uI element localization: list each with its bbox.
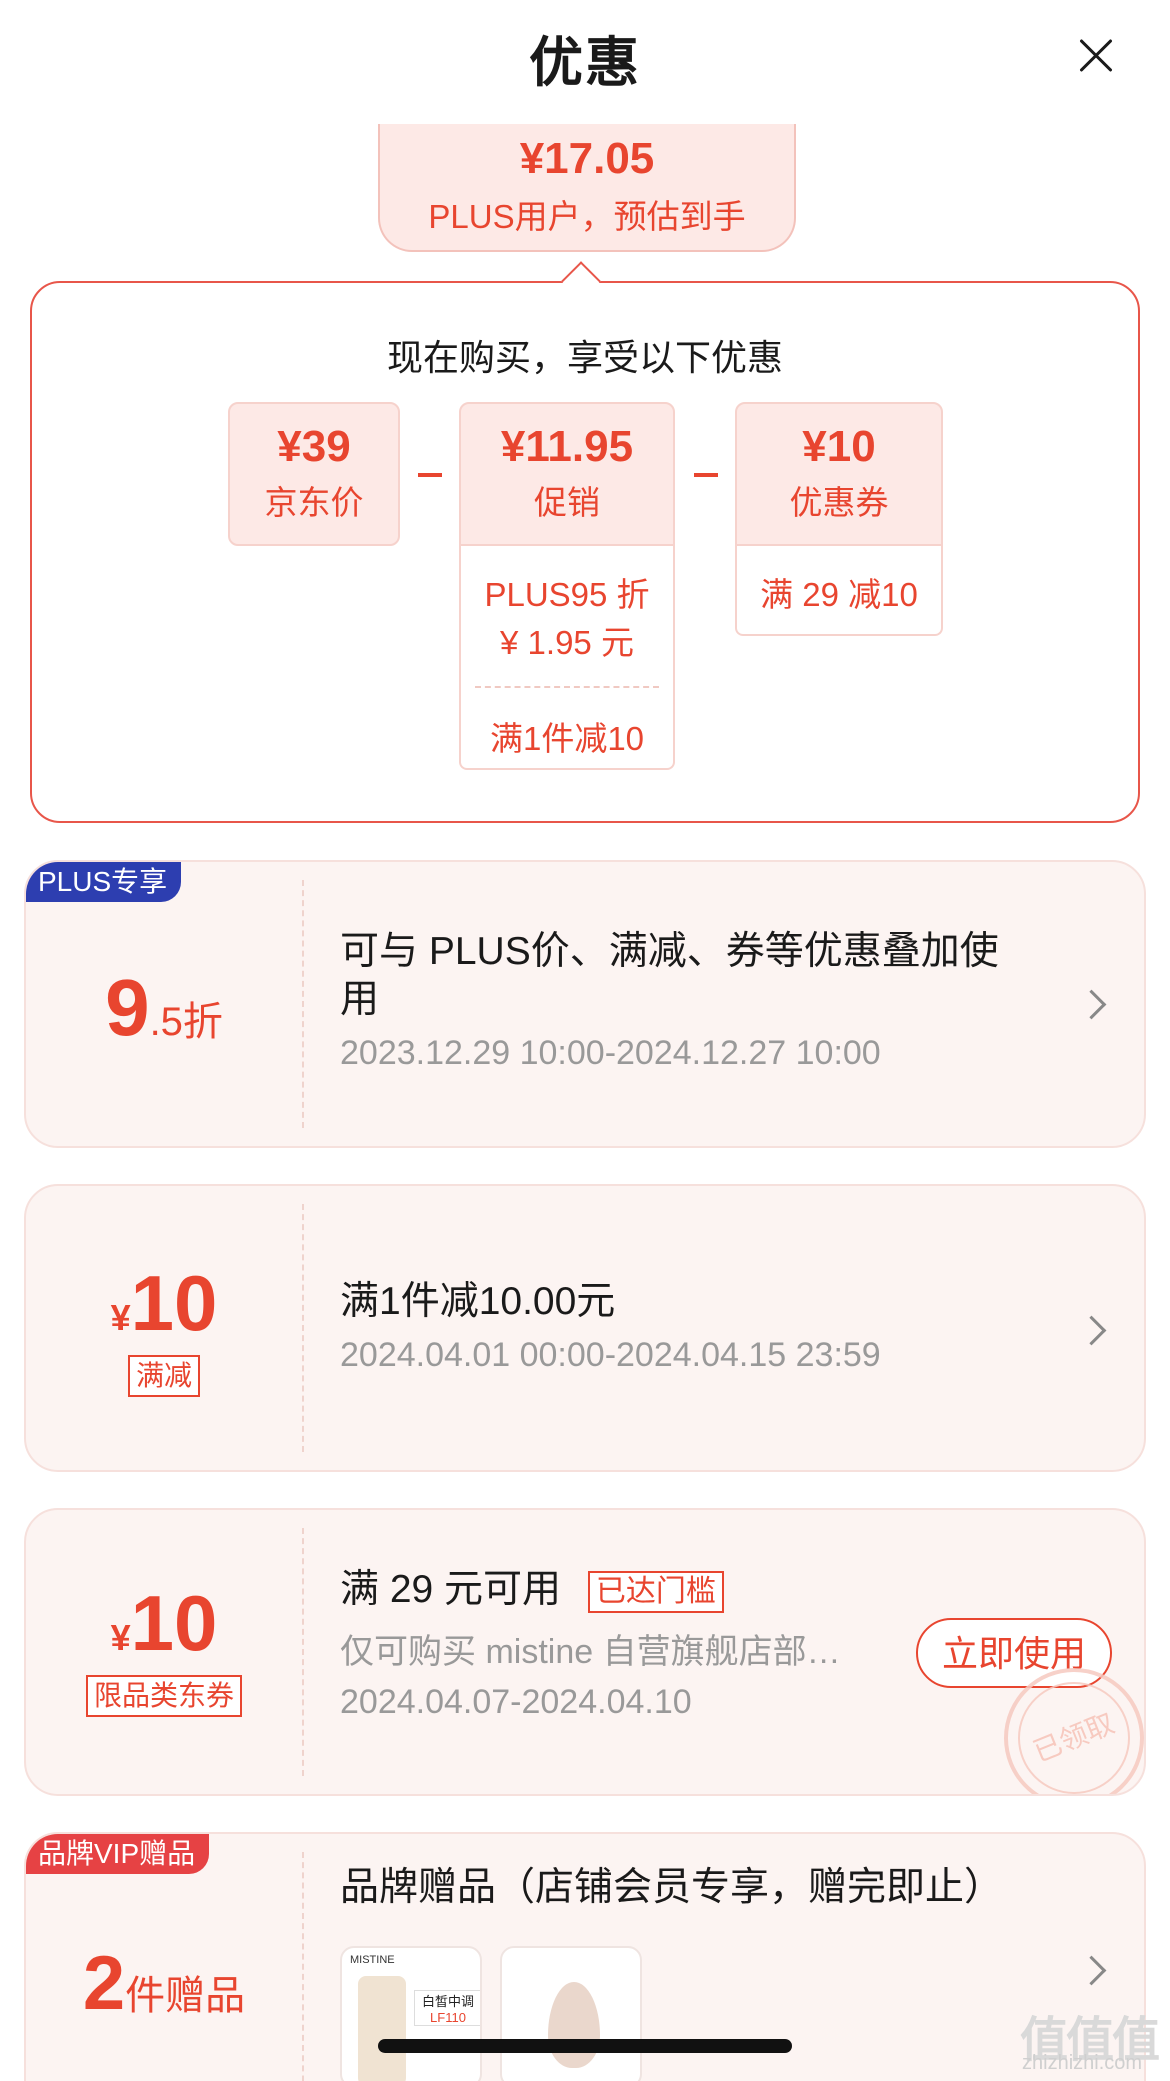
chevron-right-icon[interactable] xyxy=(1076,1315,1107,1346)
price-coupon: ¥10 优惠券 xyxy=(735,402,943,546)
coupon-desc: 品牌赠品（店铺会员专享，赠完即止） xyxy=(340,1866,1004,1909)
gift-label-box: 白皙中调 LF110 xyxy=(414,1990,480,2026)
coupon-info: 满1件减10.00元 2024.04.01 00:00-2024.04.15 2… xyxy=(340,1278,1024,1375)
promo-detail: 满1件减10 xyxy=(489,720,645,757)
promo-detail: ¥ 1.95 元 xyxy=(500,624,634,661)
coupon-scope: 仅可购买 mistine 自营旗舰店部… xyxy=(340,1633,841,1671)
coupon-desc: 满 29 元可用 xyxy=(340,1568,562,1611)
promo-detail: PLUS95 折 xyxy=(484,576,650,613)
coupon-sheet: 优惠 ¥17.05 PLUS用户，预估到手 现在购买，享受以下优惠 ¥39 京东… xyxy=(0,0,1170,2081)
minus-sign xyxy=(418,473,442,477)
promotion-details: PLUS95 折 ¥ 1.95 元 满1件减10 xyxy=(459,546,675,770)
close-icon[interactable] xyxy=(1078,38,1114,74)
coupon-info: 满 29 元可用 已达门槛 仅可购买 mistine 自营旗舰店部… 2024.… xyxy=(340,1566,884,1722)
price-amount: ¥39 xyxy=(277,422,351,471)
watermark-site: zhizhizhi.com xyxy=(1022,2052,1143,2074)
price-promotion: ¥11.95 促销 xyxy=(459,402,675,546)
value-main: 10 xyxy=(130,1579,218,1667)
card-divider xyxy=(302,1204,304,1452)
card-divider xyxy=(302,1852,304,2081)
card-divider xyxy=(302,1528,304,1776)
estimated-price: ¥17.05 xyxy=(519,134,655,183)
coupon-value: ¥10 限品类东券 xyxy=(26,1510,302,1794)
price-amount: ¥11.95 xyxy=(500,422,634,471)
summary-heading: 现在购买，享受以下优惠 xyxy=(386,337,783,378)
coupon-desc-row: 满 29 元可用 已达门槛 xyxy=(340,1566,884,1614)
coupon-details: 满 29 减10 xyxy=(735,546,943,636)
coupon-detail: 满 29 减10 xyxy=(760,576,918,613)
coupon-info: 可与 PLUS价、满减、券等优惠叠加使用 2023.12.29 10:00-20… xyxy=(340,928,1024,1073)
price-amount: ¥10 xyxy=(802,422,876,471)
divider xyxy=(475,686,659,688)
coupon-value: ¥10 满减 xyxy=(26,1186,302,1470)
price-label: 促销 xyxy=(534,484,600,521)
chevron-right-icon[interactable] xyxy=(1076,1955,1107,1986)
chevron-right-icon[interactable] xyxy=(1076,989,1107,1020)
sheet-title: 优惠 xyxy=(529,33,641,93)
tube-shape xyxy=(358,1976,406,2081)
coupon-value: 2件赠品 xyxy=(26,1834,302,2081)
coupon-card-fullcut[interactable]: ¥10 满减 满1件减10.00元 2024.04.01 00:00-2024.… xyxy=(24,1184,1146,1472)
gift-shade: 白皙中调 xyxy=(421,1994,474,2009)
gift-code: LF110 xyxy=(430,2010,466,2025)
currency: ¥ xyxy=(110,1617,131,1658)
threshold-badge: 已达门槛 xyxy=(587,1570,724,1613)
sponge-shape xyxy=(548,1982,600,2068)
price-label: 优惠券 xyxy=(789,484,889,521)
coupon-date: 2023.12.29 10:00-2024.12.27 10:00 xyxy=(340,1034,881,1072)
value-main: 2 xyxy=(82,1941,126,2026)
coupon-info: 品牌赠品（店铺会员专享，赠完即止） xyxy=(340,1864,1024,1912)
coupon-type-tag: 限品类东券 xyxy=(85,1675,242,1717)
price-jd: ¥39 京东价 xyxy=(228,402,400,546)
coupon-card-jd-coupon[interactable]: ¥10 限品类东券 满 29 元可用 已达门槛 仅可购买 mistine 自营旗… xyxy=(24,1508,1146,1796)
minus-sign xyxy=(694,473,718,477)
gift-image-sponge[interactable] xyxy=(500,1946,642,2081)
value-suffix: .5折 xyxy=(149,1000,223,1044)
coupon-type-tag: 满减 xyxy=(127,1355,200,1397)
home-indicator[interactable] xyxy=(378,2039,792,2053)
value-suffix: 件赠品 xyxy=(125,1974,246,2018)
coupon-date: 2024.04.07-2024.04.10 xyxy=(340,1683,692,1721)
coupon-desc: 满1件减10.00元 xyxy=(340,1280,616,1323)
value-main: 10 xyxy=(130,1259,218,1347)
estimated-price-label: PLUS用户，预估到手 xyxy=(428,198,746,235)
coupon-card-plus[interactable]: PLUS专享 9.5折 可与 PLUS价、满减、券等优惠叠加使用 2023.12… xyxy=(24,860,1146,1148)
card-divider xyxy=(302,880,304,1128)
price-label: 京东价 xyxy=(264,484,364,521)
coupon-value: 9.5折 xyxy=(26,862,302,1146)
coupon-date: 2024.04.01 00:00-2024.04.15 23:59 xyxy=(340,1336,881,1374)
gift-image-foundation[interactable]: MISTINE 白皙中调 LF110 xyxy=(340,1946,482,2081)
gift-brand: MISTINE xyxy=(350,1954,395,1966)
estimated-price-bubble: ¥17.05 PLUS用户，预估到手 xyxy=(378,124,796,252)
coupon-desc: 可与 PLUS价、满减、券等优惠叠加使用 xyxy=(340,930,999,1021)
value-main: 9 xyxy=(105,963,150,1052)
currency: ¥ xyxy=(110,1297,131,1338)
